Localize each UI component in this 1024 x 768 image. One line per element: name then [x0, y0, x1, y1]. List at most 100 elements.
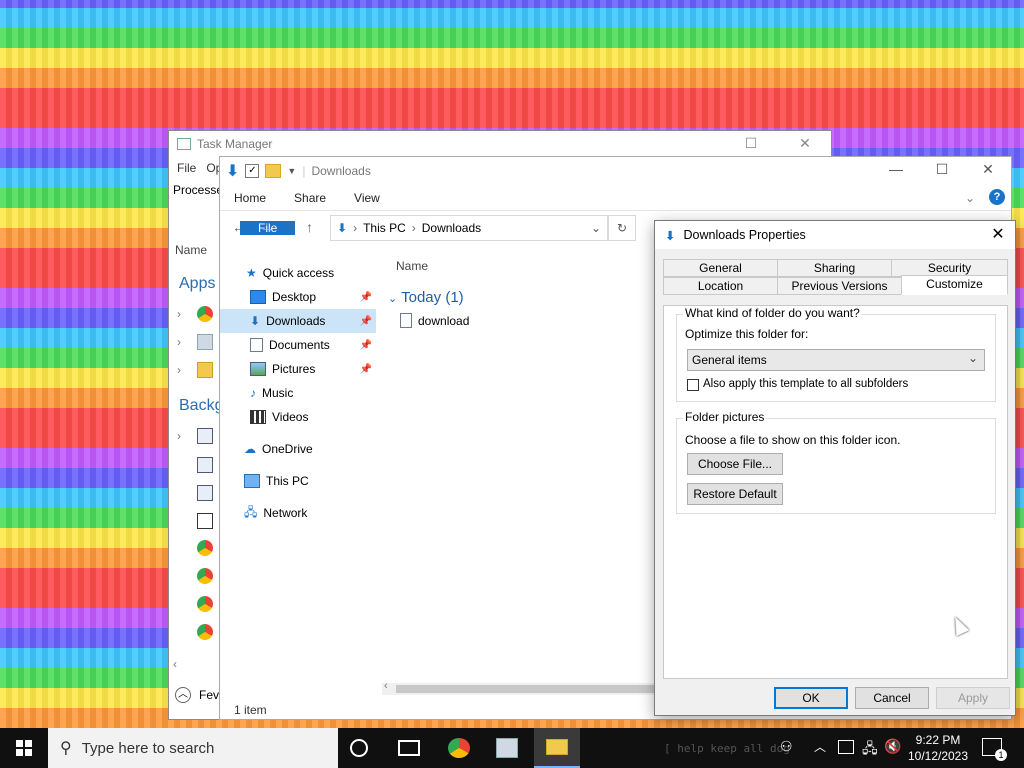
- horizontal-scrollbar[interactable]: ‹: [382, 680, 662, 695]
- nav-downloads[interactable]: ⬇ Downloads 📌: [220, 309, 376, 333]
- tab-previous-versions[interactable]: Previous Versions: [777, 277, 902, 295]
- folder-type-group: What kind of folder do you want? Optimiz…: [676, 306, 996, 402]
- expand-icon[interactable]: ›: [177, 307, 181, 321]
- folder-icon: [197, 362, 213, 378]
- properties-icon[interactable]: ✓: [245, 164, 260, 178]
- task-manager-maximize-button[interactable]: ☐: [731, 135, 771, 155]
- tm-column-name[interactable]: Name: [175, 243, 207, 257]
- explorer-title: Downloads: [311, 164, 371, 178]
- taskbar-search-box[interactable]: ⚲ Type here to search: [48, 728, 338, 768]
- cortana-icon[interactable]: [350, 739, 368, 757]
- refresh-icon[interactable]: ↻: [608, 215, 636, 241]
- speaker-muted-icon[interactable]: 🔇: [884, 738, 901, 755]
- nav-music[interactable]: ♪ Music: [220, 381, 376, 405]
- task-view-icon[interactable]: [398, 740, 420, 756]
- expand-icon[interactable]: ›: [177, 429, 181, 443]
- show-hidden-icons-chevron-icon[interactable]: ︿: [814, 738, 826, 755]
- chrome-icon: [197, 540, 213, 556]
- up-arrow-icon[interactable]: ↑: [306, 219, 313, 235]
- chrome-taskbar-icon[interactable]: [448, 738, 470, 758]
- cancel-button[interactable]: Cancel: [855, 687, 929, 709]
- explorer-maximize-button[interactable]: ☐: [919, 161, 965, 181]
- nav-network[interactable]: 🖧 Network: [220, 501, 376, 525]
- nav-videos[interactable]: Videos: [220, 405, 376, 429]
- expand-icon[interactable]: ›: [177, 335, 181, 349]
- breadcrumb-downloads[interactable]: Downloads: [422, 221, 481, 235]
- nav-this-pc[interactable]: This PC: [220, 469, 376, 493]
- clock-time: 9:22 PM: [915, 733, 961, 747]
- ribbon-expand-icon[interactable]: ⌄: [957, 185, 983, 210]
- back-arrow-icon[interactable]: ←: [232, 219, 246, 235]
- tm-tab-processes[interactable]: Processe: [173, 183, 223, 197]
- scroll-left-icon[interactable]: ‹: [384, 680, 388, 692]
- explorer-taskbar-button[interactable]: [534, 728, 580, 768]
- nav-desktop[interactable]: Desktop 📌: [220, 285, 376, 309]
- apply-subfolders-label[interactable]: Also apply this template to all subfolde…: [703, 378, 908, 390]
- nav-onedrive[interactable]: ☁ OneDrive: [220, 437, 376, 461]
- tab-customize[interactable]: Customize: [901, 275, 1008, 295]
- address-bar[interactable]: ⬇ › This PC › Downloads ⌄: [330, 215, 608, 241]
- new-folder-icon[interactable]: [265, 164, 282, 178]
- search-placeholder: Type here to search: [81, 739, 215, 757]
- star-icon: ★: [246, 266, 257, 280]
- nav-downloads-label: Downloads: [266, 314, 326, 328]
- taskbar-clock[interactable]: 9:22 PM 10/12/2023: [900, 732, 976, 764]
- task-manager-title: Task Manager: [197, 137, 273, 151]
- notepad-icon: [197, 513, 213, 529]
- ok-button[interactable]: OK: [774, 687, 848, 709]
- pictures-icon: [250, 362, 266, 376]
- tab-sharing[interactable]: Sharing: [777, 259, 892, 277]
- explorer-close-button[interactable]: ✕: [965, 161, 1011, 181]
- tab-location[interactable]: Location: [663, 277, 778, 295]
- pin-icon: 📌: [359, 363, 372, 375]
- download-arrow-icon[interactable]: ⬇: [226, 161, 239, 181]
- folder-pictures-label: Folder pictures: [683, 410, 767, 424]
- people-icon[interactable]: ⚇: [780, 738, 793, 755]
- task-manager-taskbar-icon[interactable]: [496, 738, 518, 758]
- qat-dropdown-icon[interactable]: ▼: [287, 166, 296, 176]
- nav-documents[interactable]: Documents 📌: [220, 333, 376, 357]
- network-icon[interactable]: 🖧: [862, 738, 878, 762]
- dialog-title: Downloads Properties: [683, 228, 806, 242]
- ribbon-tab-share[interactable]: Share: [280, 185, 340, 210]
- group-header-today[interactable]: ⌄ Today (1): [388, 289, 464, 306]
- file-item[interactable]: download: [400, 313, 469, 328]
- help-icon[interactable]: ?: [989, 189, 1005, 205]
- breadcrumb-this-pc[interactable]: This PC: [363, 221, 406, 235]
- videos-icon: [250, 410, 266, 424]
- windows-start-icon[interactable]: [16, 740, 32, 756]
- nav-pictures[interactable]: Pictures 📌: [220, 357, 376, 381]
- choose-file-description: Choose a file to show on this folder ico…: [685, 433, 901, 447]
- ribbon-tab-home[interactable]: Home: [220, 185, 280, 210]
- cloud-icon: ☁: [244, 442, 256, 456]
- column-header-name[interactable]: Name: [396, 259, 428, 273]
- tm-scroll-left-icon[interactable]: ‹: [173, 657, 177, 671]
- scrollbar-thumb[interactable]: [396, 685, 656, 693]
- address-dropdown-icon[interactable]: ⌄: [591, 221, 607, 235]
- security-icon[interactable]: [838, 740, 854, 754]
- notification-icon[interactable]: 1: [982, 738, 1007, 761]
- choose-file-button[interactable]: Choose File...: [687, 453, 783, 475]
- clock-date: 10/12/2023: [907, 749, 969, 763]
- apply-button[interactable]: Apply: [936, 687, 1010, 709]
- status-item-count: 1 item: [234, 703, 267, 717]
- recent-locations-icon[interactable]: ⌄: [288, 221, 296, 232]
- expand-icon[interactable]: ›: [177, 363, 181, 377]
- explorer-minimize-button[interactable]: —: [873, 161, 919, 181]
- nav-documents-label: Documents: [269, 338, 330, 352]
- forward-arrow-icon[interactable]: →: [260, 219, 274, 235]
- ribbon-tab-view[interactable]: View: [340, 185, 394, 210]
- optimize-select[interactable]: General items ⌄: [687, 349, 985, 371]
- task-manager-close-button[interactable]: ✕: [785, 135, 825, 155]
- nav-quick-access-label: Quick access: [262, 266, 335, 280]
- dialog-close-button[interactable]: ✕: [987, 224, 1009, 246]
- download-arrow-icon: ⬇: [337, 221, 348, 235]
- tab-general[interactable]: General: [663, 259, 778, 277]
- tm-fewer-details[interactable]: ︿ Fev: [175, 687, 219, 703]
- nav-quick-access[interactable]: ★ Quick access: [220, 261, 376, 285]
- restore-default-button[interactable]: Restore Default: [687, 483, 783, 505]
- nav-pictures-label: Pictures: [272, 362, 316, 376]
- tm-menu-file[interactable]: File: [177, 161, 196, 175]
- nav-desktop-label: Desktop: [272, 290, 317, 304]
- apply-subfolders-checkbox[interactable]: [687, 379, 699, 391]
